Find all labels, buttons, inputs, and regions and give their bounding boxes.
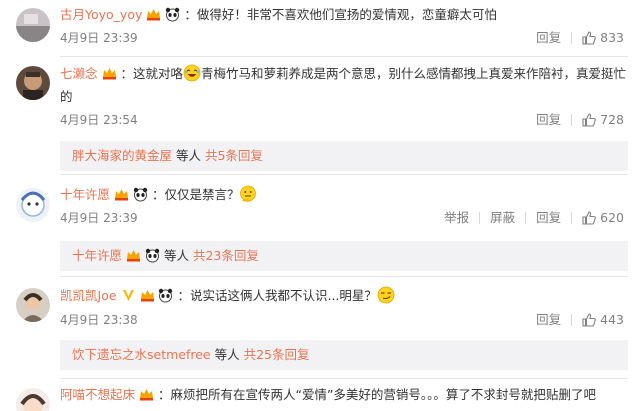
comment-item: 十年许愿 ：仅仅是禁言？ 4月9日 23:39 举报 屏蔽 回复 620 十年许… — [0, 178, 640, 274]
panda-icon — [145, 248, 160, 263]
divider — [479, 212, 481, 224]
comment-timestamp: 4月9日 23:54 — [60, 113, 138, 127]
v-verified-icon — [121, 288, 136, 303]
reply-username[interactable]: 十年许愿 — [72, 248, 122, 263]
reply-button[interactable]: 回复 — [536, 312, 561, 328]
more-replies-link[interactable]: 共5条回复 — [205, 148, 263, 163]
avatar[interactable] — [16, 188, 50, 222]
comment-item: 凯凯凯Joe ：说实话这俩人我都不认识...明星？ 4月9日 23:38 回复 … — [0, 280, 640, 376]
comment-username[interactable]: 阿喵不想起床 — [60, 387, 135, 402]
avatar[interactable] — [16, 8, 50, 42]
panda-icon — [165, 7, 180, 22]
report-button[interactable]: 举报 — [444, 210, 469, 226]
laughing-emoji-icon — [183, 64, 201, 82]
comment-item: 阿喵不想起床 ：麻烦把所有在宣传两人“爱情”多美好的营销号。。。算了不求封号就把… — [0, 380, 640, 411]
comment-timestamp: 4月9日 23:38 — [60, 313, 138, 327]
more-replies-link[interactable]: 共25条回复 — [244, 347, 310, 362]
more-replies-link[interactable]: 共23条回复 — [193, 248, 259, 263]
reply-button[interactable]: 回复 — [536, 30, 561, 46]
comment-timestamp: 4月9日 23:39 — [60, 211, 138, 225]
divider — [525, 212, 527, 224]
comment-username[interactable]: 古月Yoyo_yoy — [60, 7, 142, 22]
avatar[interactable] — [16, 66, 50, 100]
like-count: 833 — [600, 30, 624, 45]
comment-username[interactable]: 凯凯凯Joe — [60, 288, 117, 303]
thinking-emoji-icon — [239, 185, 257, 202]
like-button[interactable]: 443 — [582, 312, 624, 328]
divider — [60, 56, 628, 57]
block-button[interactable]: 屏蔽 — [490, 210, 515, 226]
divider — [571, 212, 573, 224]
comment-username[interactable]: 七濑念 — [60, 66, 98, 81]
like-button[interactable]: 833 — [582, 30, 624, 46]
panda-icon — [158, 288, 173, 303]
comment-text: ：麻烦把所有在宣传两人“爱情”多美好的营销号。。。算了不求封号就把贴删了吧 — [157, 387, 596, 402]
thumbs-up-icon — [582, 211, 596, 225]
like-count: 728 — [600, 112, 624, 127]
reply-summary-text: 等人 — [159, 248, 193, 263]
vip-crown-icon — [140, 288, 155, 303]
thumbs-up-icon — [582, 113, 596, 127]
sub-replies-summary[interactable]: 饮下遗忘之水setmefree 等人 共25条回复 — [60, 340, 628, 370]
vip-crown-icon — [102, 66, 117, 81]
divider — [60, 276, 628, 277]
like-button[interactable]: 620 — [582, 210, 624, 226]
comment-text: ：仅仅是禁言？ — [151, 187, 240, 202]
panda-icon — [133, 187, 148, 202]
vip-crown-icon — [114, 187, 129, 202]
divider — [571, 314, 573, 326]
vip-crown-icon — [146, 7, 161, 22]
reply-button[interactable]: 回复 — [536, 112, 561, 128]
comment-username[interactable]: 十年许愿 — [60, 187, 110, 202]
vip-crown-icon — [126, 248, 141, 263]
reply-summary-text: 等人 — [210, 347, 244, 362]
like-count: 620 — [600, 210, 624, 225]
comment-text: ：这就对咯 — [120, 66, 183, 81]
like-count: 443 — [600, 312, 624, 327]
divider — [60, 378, 628, 379]
comment-text: ：做得好！非常不喜欢他们宣扬的爱情观，恋童癖太可怕 — [184, 7, 497, 22]
sub-replies-summary[interactable]: 胖大海家的黄金屋 等人 共5条回复 — [60, 141, 628, 171]
thumbs-up-icon — [582, 31, 596, 45]
like-button[interactable]: 728 — [582, 112, 624, 128]
divider — [571, 114, 573, 126]
avatar[interactable] — [16, 388, 50, 411]
comment-text: ：说实话这俩人我都不认识...明星？ — [177, 288, 377, 303]
reply-username[interactable]: 饮下遗忘之水setmefree — [72, 347, 211, 362]
thumbs-up-icon — [582, 313, 596, 327]
comment-item: 七濑念 ：这就对咯 青梅竹马和萝莉养成是两个意思，别什么感情都拽上真爱来作陪衬，真… — [0, 58, 640, 172]
comment-item: 古月Yoyo_yoy ：做得好！非常不喜欢他们宣扬的爱情观，恋童癖太可怕 4月9… — [0, 0, 640, 58]
divider — [571, 32, 573, 44]
avatar[interactable] — [16, 288, 50, 322]
reply-summary-text: 等人 — [172, 148, 205, 163]
comment-timestamp: 4月9日 23:39 — [60, 31, 138, 45]
sub-replies-summary[interactable]: 十年许愿 等人 共23条回复 — [60, 241, 628, 271]
reply-username[interactable]: 胖大海家的黄金屋 — [72, 148, 172, 163]
reply-button[interactable]: 回复 — [536, 210, 561, 226]
vip-crown-icon — [139, 387, 154, 402]
divider — [60, 174, 628, 175]
smirk-emoji-icon — [377, 286, 395, 304]
